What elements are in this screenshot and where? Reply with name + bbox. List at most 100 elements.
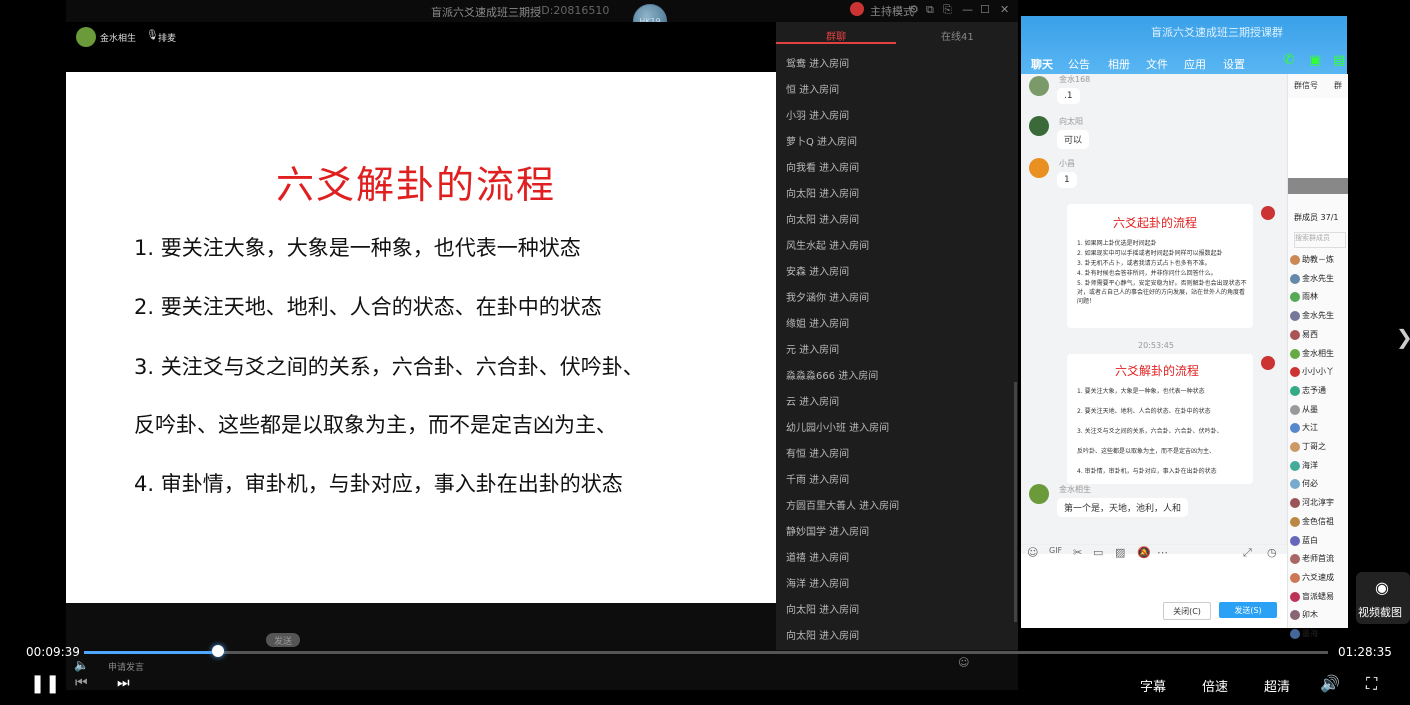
image-card[interactable]: 六爻解卦的流程 1. 要关注大象，大象是一种象，也代表一种状态 2. 要关注天地… <box>1067 354 1253 484</box>
close-button[interactable]: 关闭(C) <box>1163 602 1211 620</box>
folder-icon[interactable]: ▭ <box>1093 546 1103 559</box>
image-icon[interactable]: ▨ <box>1115 546 1125 559</box>
more-icon[interactable]: ⋯ <box>1157 546 1168 559</box>
member-item[interactable]: 金水先生 <box>1302 273 1334 284</box>
avatar[interactable] <box>1290 535 1300 546</box>
tab-files[interactable]: 文件 <box>1146 56 1168 72</box>
member-item[interactable]: 金色信祖 <box>1302 516 1334 527</box>
fullscreen-icon[interactable]: ⛶ <box>1366 674 1377 694</box>
member-item[interactable]: 雨林 <box>1302 291 1318 302</box>
gif-icon[interactable]: GIF <box>1049 546 1062 555</box>
prev-icon[interactable]: ⏮ <box>75 675 88 691</box>
subtitle-button[interactable]: 字幕 <box>1140 676 1166 695</box>
settings-icon[interactable]: ⚙ <box>909 3 919 16</box>
member-item[interactable]: 丁哥之 <box>1302 441 1326 452</box>
avatar[interactable] <box>1290 572 1300 583</box>
member-item[interactable]: 金水先生 <box>1302 310 1334 321</box>
member-item[interactable]: 墨海 <box>1302 628 1318 639</box>
next-arrow-icon[interactable]: ❯ <box>1396 325 1410 349</box>
history-clock-icon[interactable]: ◷ <box>1267 546 1277 559</box>
avatar[interactable] <box>1290 442 1300 452</box>
avatar[interactable] <box>1290 591 1300 602</box>
speed-button[interactable]: 倍速 <box>1202 676 1228 695</box>
avatar[interactable] <box>1261 206 1275 220</box>
member-item[interactable]: 大江 <box>1302 422 1318 433</box>
avatar[interactable] <box>1290 498 1300 509</box>
avatar[interactable] <box>1290 479 1300 490</box>
avatar[interactable] <box>1290 460 1300 471</box>
volume-icon[interactable]: 🔈 <box>74 658 89 672</box>
next-icon[interactable]: ⏭ <box>117 675 130 691</box>
tab-group-chat[interactable]: 群聊 <box>826 28 846 43</box>
avatar[interactable] <box>1290 348 1300 359</box>
tab-chat[interactable]: 聊天 <box>1031 56 1053 72</box>
tab-group-number[interactable]: 群信号 <box>1294 80 1318 91</box>
close-icon[interactable]: ✕ <box>1000 3 1009 16</box>
member-item[interactable]: 何必 <box>1302 478 1318 489</box>
tab-online[interactable]: 在线41 <box>941 28 974 43</box>
video-screenshot-button[interactable]: ◉ 视频截图 <box>1356 572 1410 624</box>
member-item[interactable]: 小小小丫 <box>1302 366 1334 377</box>
avatar[interactable] <box>1029 158 1049 178</box>
chat-send-button[interactable]: 发送 <box>266 633 300 647</box>
volume-icon[interactable]: 🔊 <box>1320 674 1340 693</box>
apply-speak-label[interactable]: 申请发言 <box>108 660 144 673</box>
tab-group[interactable]: 群 <box>1334 80 1342 91</box>
maximize-icon[interactable]: ☐ <box>980 3 990 16</box>
progress-handle[interactable] <box>212 645 224 657</box>
tab-settings[interactable]: 设置 <box>1223 56 1245 72</box>
avatar[interactable] <box>1029 116 1049 136</box>
screen-share-icon[interactable]: ▤ <box>1333 53 1345 68</box>
tab-album[interactable]: 相册 <box>1108 56 1130 72</box>
message-input[interactable] <box>1021 562 1287 628</box>
image-card[interactable]: 六爻起卦的流程 1. 如果网上卦优选是时间起卦 2. 如果现实中可以手摇或者时间… <box>1067 204 1253 328</box>
pause-icon[interactable]: ❚❚ <box>30 673 60 694</box>
send-button[interactable]: 发送(S) <box>1219 602 1277 618</box>
rank-label[interactable]: 排麦 <box>158 31 176 44</box>
member-item[interactable]: 助教－炼 <box>1302 254 1334 265</box>
member-item[interactable]: 老师首流 <box>1302 553 1334 564</box>
avatar[interactable] <box>1290 516 1300 527</box>
minimize-icon[interactable]: — <box>962 3 973 16</box>
avatar[interactable] <box>1290 629 1300 639</box>
popout-icon[interactable]: ⧉ <box>926 3 934 17</box>
quality-button[interactable]: 超清 <box>1264 676 1290 695</box>
avatar[interactable] <box>1290 554 1300 565</box>
member-item[interactable]: 海洋 <box>1302 460 1318 471</box>
member-item[interactable]: 六爻速成 <box>1302 572 1334 583</box>
phone-icon[interactable]: ✆ <box>1283 52 1295 68</box>
member-item[interactable]: 盲派蟋易 <box>1302 591 1334 602</box>
notice-preview[interactable] <box>1288 98 1348 180</box>
member-item[interactable]: 卯木 <box>1302 609 1318 620</box>
video-call-icon[interactable]: ▣ <box>1309 53 1321 68</box>
avatar[interactable] <box>1290 423 1300 434</box>
emoji-icon[interactable]: ☺ <box>1027 546 1038 559</box>
avatar[interactable] <box>1290 367 1300 378</box>
member-item[interactable]: 蓝白 <box>1302 535 1318 546</box>
expand-icon[interactable]: ⤢ <box>1243 546 1252 560</box>
avatar[interactable] <box>1290 610 1300 621</box>
avatar[interactable] <box>1290 329 1300 340</box>
host-mode-label[interactable]: 主持模式 <box>870 3 914 19</box>
avatar[interactable] <box>1029 484 1049 504</box>
share-icon[interactable]: ⎘ <box>943 3 952 17</box>
teacher-avatar[interactable] <box>76 27 96 47</box>
tab-notice[interactable]: 公告 <box>1068 56 1090 72</box>
avatar[interactable] <box>1290 311 1300 322</box>
emoji-icon[interactable]: ☺ <box>958 656 969 669</box>
avatar[interactable] <box>1290 385 1300 396</box>
avatar[interactable] <box>1261 356 1275 370</box>
member-item[interactable]: 易西 <box>1302 329 1318 340</box>
tab-apps[interactable]: 应用 <box>1184 56 1206 72</box>
avatar[interactable] <box>1290 404 1300 415</box>
scrollbar[interactable] <box>1014 382 1017 622</box>
member-item[interactable]: 从墨 <box>1302 404 1318 415</box>
progress-bar[interactable] <box>84 651 1328 654</box>
member-search-input[interactable]: 搜索群成员 <box>1294 232 1346 248</box>
avatar[interactable] <box>1029 76 1049 96</box>
avatar[interactable] <box>1290 255 1300 265</box>
scissors-icon[interactable]: ✂ <box>1073 546 1082 559</box>
member-item[interactable]: 河北淳宇 <box>1302 497 1334 508</box>
member-item[interactable]: 金水相生 <box>1302 348 1334 359</box>
mute-bell-icon[interactable]: 🔕 <box>1137 546 1151 559</box>
